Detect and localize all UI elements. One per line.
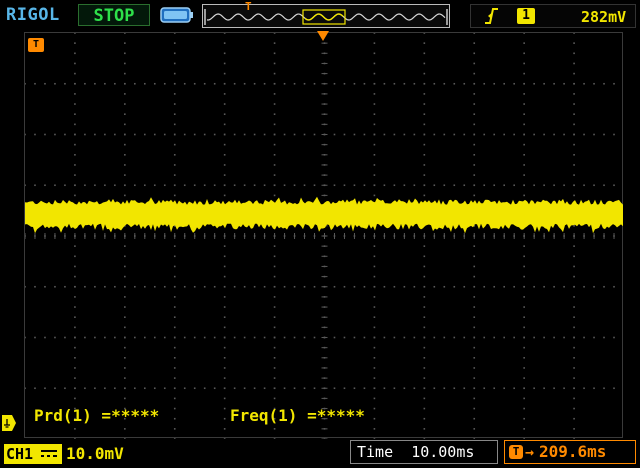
period-measurement: Prd(1) =*****	[34, 406, 160, 425]
trigger-offset-icon: T	[509, 445, 523, 459]
run-stop-status[interactable]: STOP	[78, 4, 150, 26]
trigger-level-value: 282mV	[581, 8, 627, 26]
time-label: Time	[357, 443, 394, 461]
timebase-overview[interactable]: T	[202, 0, 450, 28]
memory-overview-graphic	[204, 9, 448, 25]
waveform-display[interactable]	[24, 32, 623, 439]
right-arrow-icon: →	[525, 443, 535, 461]
oscilloscope-screen: RIGOL STOP T 1 282mV T Prd(1) =***** Fre…	[0, 0, 640, 468]
trigger-level-marker[interactable]: T	[28, 38, 44, 52]
ch1-channel-tag[interactable]: CH1	[4, 444, 62, 464]
trigger-offset-value: 209.6ms	[539, 442, 607, 461]
time-per-div-value: 10.00ms	[411, 443, 475, 461]
trigger-source-badge: 1	[517, 8, 535, 24]
timebase-box[interactable]: Time 10.00ms	[350, 440, 498, 464]
top-status-bar: RIGOL STOP T 1 282mV	[0, 0, 640, 30]
graticule	[25, 33, 623, 439]
dc-coupling-icon	[41, 450, 57, 457]
ch1-volts-per-div[interactable]: 10.0mV	[66, 444, 124, 464]
battery-icon	[160, 7, 193, 23]
trigger-position-marker[interactable]	[316, 30, 330, 42]
rising-edge-icon	[485, 8, 498, 24]
brand-logo: RIGOL	[6, 5, 60, 25]
ch1-ground-marker[interactable]	[2, 414, 16, 432]
frequency-measurement: Freq(1) =*****	[230, 406, 365, 425]
overview-trigger-marker: T	[245, 0, 252, 13]
ch1-label: CH1	[6, 445, 34, 463]
ch1-trace	[25, 196, 623, 234]
trigger-offset-box[interactable]: T → 209.6ms	[504, 440, 636, 464]
trigger-panel[interactable]: 1 282mV	[470, 4, 636, 28]
